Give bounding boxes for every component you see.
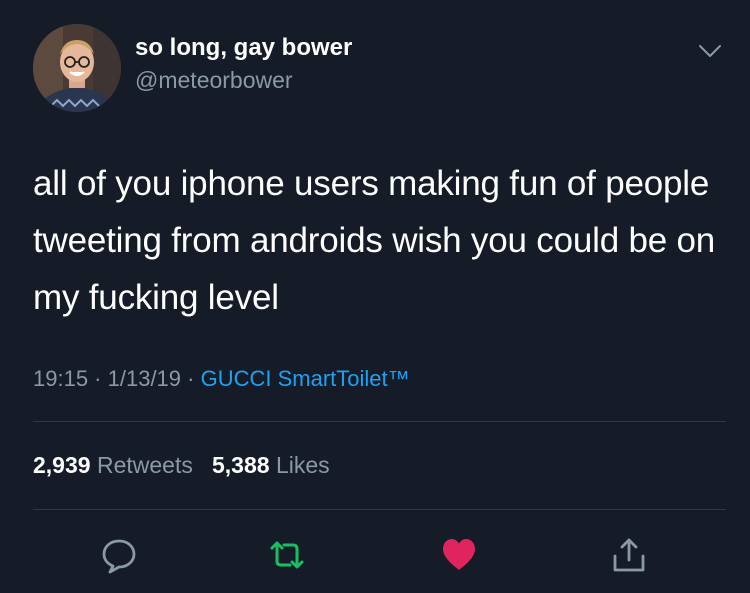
tweet-meta: 19:15 · 1/13/19 · GUCCI SmartToilet™ [33, 366, 410, 392]
reply-icon[interactable] [100, 536, 138, 574]
share-icon[interactable] [610, 536, 648, 574]
likes-stat[interactable]: 5,388 Likes [212, 452, 330, 478]
chevron-down-icon[interactable] [697, 41, 723, 61]
divider [33, 509, 726, 510]
meta-separator: · [88, 366, 108, 391]
tweet-text: all of you iphone users making fun of pe… [33, 164, 716, 317]
tweet-time: 19:15 [33, 366, 89, 391]
display-name[interactable]: so long, gay bower [135, 34, 352, 62]
retweets-count: 2,939 [33, 452, 91, 478]
retweets-label: Retweets [96, 452, 193, 478]
likes-label: Likes [275, 452, 330, 478]
avatar[interactable] [33, 24, 121, 112]
user-handle[interactable]: @meteorbower [135, 67, 293, 94]
tweet-date: 1/13/19 [107, 366, 182, 391]
likes-count: 5,388 [212, 452, 270, 478]
divider [33, 421, 726, 422]
retweets-stat[interactable]: 2,939 Retweets [33, 452, 193, 478]
tweet-card: so long, gay bower @meteorbower all of y… [0, 0, 750, 593]
tweet-stats: 2,939 Retweets 5,388 Likes [33, 452, 330, 479]
retweet-icon[interactable] [268, 536, 306, 574]
tweet-source-link[interactable]: GUCCI SmartToilet™ [201, 366, 410, 391]
meta-separator: · [181, 366, 201, 391]
heart-icon[interactable] [440, 536, 478, 574]
